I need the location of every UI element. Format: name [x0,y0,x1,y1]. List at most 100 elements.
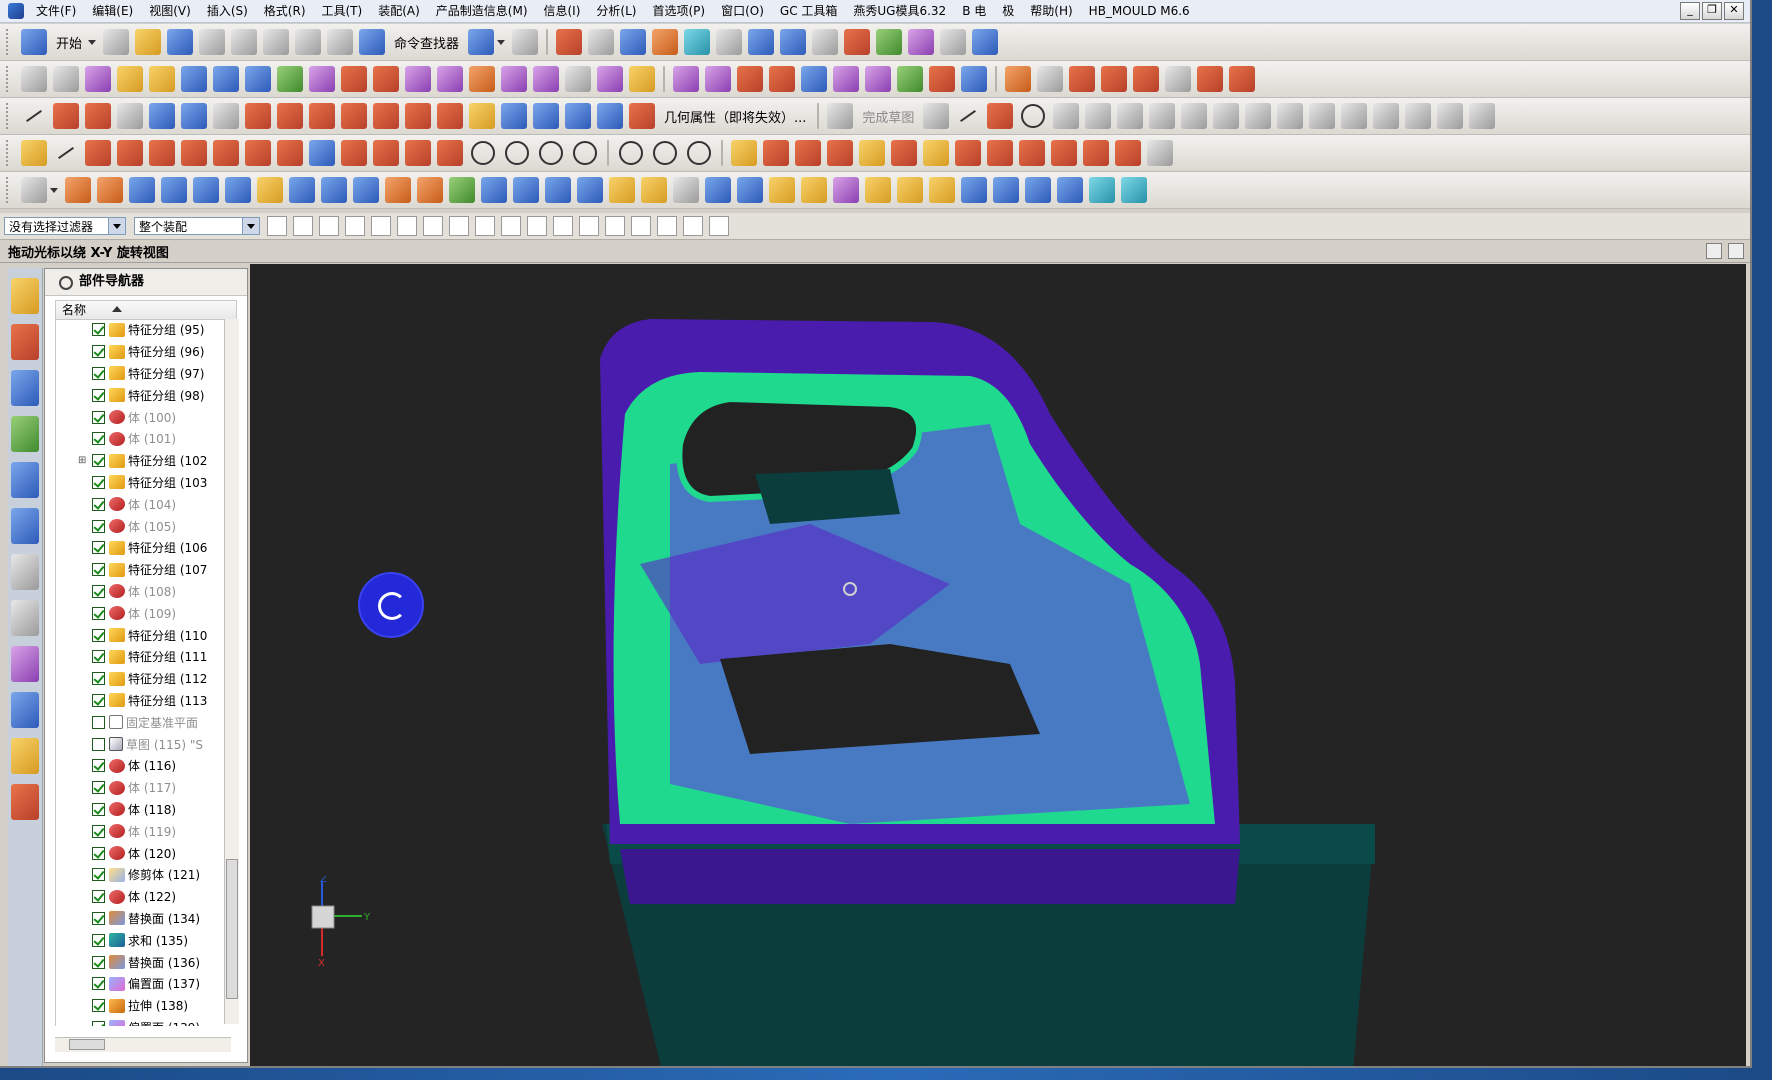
visibility-checkbox[interactable] [92,890,105,904]
visibility-checkbox[interactable] [92,650,105,664]
patch-icon[interactable] [533,66,559,92]
circle-center-icon[interactable] [505,141,529,165]
profile-icon[interactable] [923,103,950,129]
chamfer-icon[interactable] [641,177,667,203]
tree-row[interactable]: 体 (109) [56,602,232,624]
visibility-checkbox[interactable] [92,824,105,838]
visibility-checkbox[interactable] [92,846,105,860]
mould-lifter-icon[interactable] [827,140,853,166]
circle-3pt-icon[interactable] [573,141,597,165]
visibility-checkbox[interactable] [92,323,105,337]
visibility-checkbox[interactable] [92,410,105,424]
sketch-plane-icon[interactable] [533,103,559,129]
start-button[interactable]: 开始 [50,33,88,52]
tree-row[interactable]: 体 (104) [56,493,232,515]
snap-face-icon[interactable] [683,216,703,236]
mould-bom-icon[interactable] [1115,140,1141,166]
trim-body-icon[interactable] [705,177,731,203]
tree-row[interactable]: 特征分组 (103 [56,472,232,494]
n-sided-surface-icon[interactable] [277,66,303,92]
mould-part-render[interactable] [250,264,1746,1066]
ruled-surface-icon[interactable] [181,66,207,92]
tree-row[interactable]: 特征分组 (95) [56,319,232,341]
tree-row[interactable]: 特征分组 (96) [56,341,232,363]
bend-icon[interactable] [437,140,463,166]
corner-icon[interactable] [341,140,367,166]
sweep-icon[interactable] [117,66,143,92]
i-form-icon[interactable] [705,66,731,92]
visibility-checkbox[interactable] [92,693,105,707]
snap-toggle-icon[interactable] [21,140,47,166]
geom-props-icon[interactable] [629,103,655,129]
menu-item[interactable]: 视图(V) [141,0,199,22]
scrollbar-thumb[interactable] [69,1039,105,1050]
menu-item[interactable]: 格式(R) [256,0,314,22]
extend-curve-icon[interactable] [341,103,367,129]
parallel-line-icon[interactable] [117,140,143,166]
menu-item[interactable]: 工具(T) [314,0,371,22]
intersect-icon[interactable] [545,177,571,203]
circle-icon[interactable] [471,141,495,165]
trim-extend-icon[interactable] [597,66,623,92]
sketch-split-icon[interactable] [1309,103,1336,129]
tree-row[interactable]: 特征分组 (112 [56,668,232,690]
arc-tangent-icon[interactable] [213,140,239,166]
replace-face-icon[interactable] [769,177,795,203]
assembly-navigator-icon[interactable] [11,278,39,314]
snap-bounded-icon[interactable] [709,216,729,236]
menu-item[interactable]: 信息(I) [536,0,589,22]
rectangle-icon[interactable] [117,103,143,129]
ellipse-icon[interactable] [619,141,643,165]
visibility-checkbox[interactable] [92,584,105,598]
match-edge-icon[interactable] [833,66,859,92]
intersect-curve-icon[interactable] [1037,66,1063,92]
vertical-scrollbar[interactable] [224,319,239,1024]
plane-icon[interactable] [53,66,79,92]
visibility-checkbox[interactable] [92,868,105,882]
close-button[interactable]: ✕ [1724,2,1744,20]
palette-icon[interactable] [11,646,39,682]
menu-item[interactable]: GC 工具箱 [772,0,846,22]
command-finder-icon[interactable] [359,29,386,55]
measure-angle-icon[interactable] [876,29,903,55]
block-icon[interactable] [129,177,155,203]
fit-view-icon[interactable] [556,29,583,55]
sketch-offset-icon[interactable] [1373,103,1400,129]
expand-icon[interactable]: ⊞ [78,455,88,466]
tree-row[interactable]: 特征分组 (113 [56,690,232,712]
sketch-line-icon[interactable] [955,103,981,129]
visibility-checkbox[interactable] [92,759,105,773]
menu-item[interactable]: 编辑(E) [84,0,141,22]
menu-item[interactable]: 插入(S) [199,0,256,22]
styled-blend-icon[interactable] [769,66,795,92]
mould-cavity-icon[interactable] [1019,140,1045,166]
mirror-curve-icon[interactable] [277,103,303,129]
toolbar-grip[interactable] [6,103,12,129]
sketch-pattern-icon[interactable] [1405,103,1432,129]
sphere-icon[interactable] [225,177,251,203]
arc-center-icon[interactable] [653,141,677,165]
tree-row[interactable]: 体 (119) [56,820,232,842]
tree-row[interactable]: 替换面 (134) [56,908,232,930]
revolve-icon[interactable] [97,177,123,203]
tree-row[interactable]: 修剪体 (121) [56,864,232,886]
snap-point-on-icon[interactable] [449,216,469,236]
text-icon[interactable] [213,103,239,129]
visibility-checkbox[interactable] [92,955,105,969]
menu-item[interactable]: 窗口(O) [713,0,772,22]
open-folder-icon[interactable] [135,29,162,55]
tree-row[interactable]: 替换面 (136) [56,951,232,973]
cone-primitive-icon[interactable] [1089,177,1115,203]
offset-surface-icon[interactable] [405,66,431,92]
orient-view-icon[interactable] [620,29,647,55]
roles-icon[interactable] [11,738,39,774]
tree-row[interactable]: 偏置面 (139) [56,1017,232,1026]
visibility-checkbox[interactable] [92,475,105,489]
thicken-icon[interactable] [565,66,591,92]
face-select-icon[interactable] [423,216,443,236]
toolbar-grip[interactable] [6,177,12,203]
body-select-icon[interactable] [397,216,417,236]
tree-row[interactable]: 求和 (135) [56,929,232,951]
point-icon[interactable] [1069,66,1095,92]
snap-end-icon[interactable] [475,216,495,236]
